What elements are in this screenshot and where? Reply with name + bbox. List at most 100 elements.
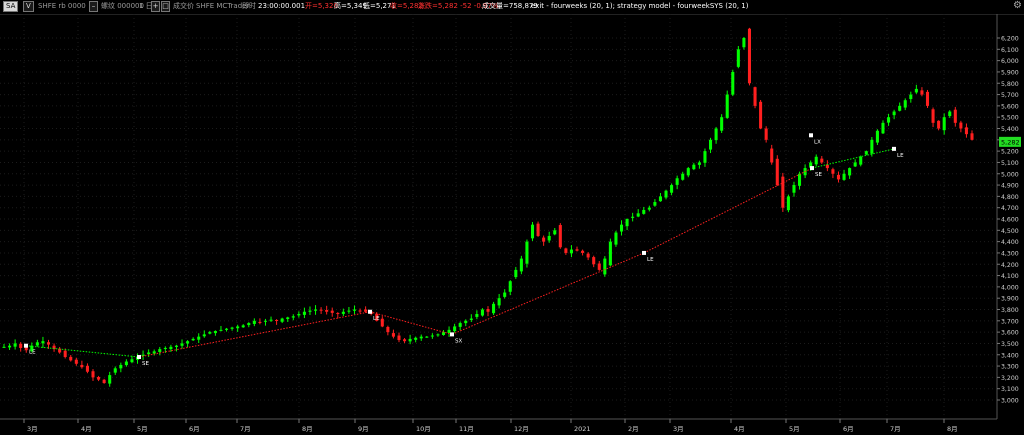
candle-body [169,346,173,350]
trade-marker [892,146,896,151]
price-axis-label: 4,200 [1001,262,1019,269]
candle-body [475,314,479,317]
candle-body [113,368,117,373]
price-axis-label: 3,400 [1001,352,1019,359]
candle-body [647,207,651,210]
candle-body [753,87,757,106]
price-axis-label: 3,200 [1001,375,1019,382]
candle-body [2,346,6,348]
candle-body [925,91,930,106]
price-chart[interactable]: LE SE LE SX LE LX SE LE 6,200 6,100 6,000 5,900 5,8… [0,14,1024,435]
candle-body [458,323,462,327]
price-axis-label: 5,100 [1001,160,1019,167]
time-axis-label: 2月 [628,425,639,433]
price-axis-label: 3,700 [1001,318,1019,325]
candle-body [686,168,690,176]
candle-body [558,225,562,248]
volume-value: 成交量=758,879 [482,2,538,10]
candle-body [263,320,268,322]
zoom-in-button[interactable]: + [151,1,160,12]
candle-body [236,326,240,329]
candle-body [720,117,724,131]
candle-body [163,347,167,349]
candle-body [581,250,585,253]
candle-body [280,318,284,322]
candle-body [319,309,323,311]
candle-body [859,156,863,165]
candle-body [970,133,974,140]
zoom-out-button[interactable]: – [89,1,98,12]
last-price-text: 5,282 [1001,138,1020,146]
candle-body [102,379,106,384]
candle-body [391,333,395,337]
price-axis-label: 6,100 [1001,47,1019,54]
candle-body [69,356,73,361]
candle-body [909,94,913,100]
price-axis-label: 4,800 [1001,194,1019,201]
candle-body [46,342,51,345]
candle-body [430,335,434,337]
time-axis-label: 5月 [789,425,800,433]
gear-icon[interactable]: ⚙ [1013,0,1022,11]
candle-body [642,209,646,214]
price-axis-label: 4,400 [1001,239,1019,246]
layout-button[interactable]: □ [161,1,170,12]
candle-body [814,156,818,165]
candle-body [653,202,657,206]
candle-body [197,336,201,340]
candle-body [614,232,618,245]
candle-body [959,122,963,129]
candle-body [842,173,846,180]
price-axis-label: 5,900 [1001,69,1019,76]
trade-label: LE [29,350,36,356]
price-axis: 6,200 6,100 6,000 5,900 5,800 5,700 5,600 5,500… [996,14,1019,419]
candle-body [469,318,473,320]
candle-body [63,350,67,358]
price-axis-label: 3,000 [1001,398,1019,405]
time-axis-label: 4月 [734,425,745,433]
candle-body [147,352,151,355]
candle-body [85,365,89,372]
candle-body [397,335,401,341]
candle-body [308,310,312,312]
time-axis-label: 11月 [459,425,474,433]
price-axis-label: 4,300 [1001,250,1019,257]
chart-mode-button[interactable]: V [23,1,34,12]
candle-body [547,235,551,241]
candle-body [208,332,212,334]
candle-body [703,151,707,163]
trade-label: SE [142,361,149,367]
candle-body [948,111,952,117]
candle-body [692,164,696,170]
candle-body [352,309,357,311]
price-axis-label: 3,900 [1001,296,1019,303]
candle-body [898,105,902,111]
candle-body [492,303,496,314]
bar-time: 23:00:00.001 [258,2,306,10]
candle-body [119,364,123,369]
candle-body [569,249,573,254]
candle-body [508,281,512,292]
price-axis-label: 5,000 [1001,171,1019,178]
time-axis-label: 7月 [240,425,251,433]
symbol-selector-button[interactable]: SA [3,1,19,12]
candle-body [625,219,629,227]
candle-body [619,224,624,232]
trade-marker [450,332,454,337]
candle-body [542,237,546,242]
candle-body [792,185,796,193]
candle-body [336,313,340,315]
candle-body [358,310,362,312]
price-axis-label: 5,200 [1001,149,1019,156]
time-axis-label: 5月 [137,425,148,433]
candle-body [820,158,824,163]
trade-line [451,252,645,335]
trade-marker [137,355,141,360]
price-axis-label: 3,500 [1001,341,1019,348]
candle-body [664,190,668,198]
candle-body [864,151,868,155]
candle-body [464,320,468,324]
trade-label: SX [455,338,462,344]
candle-body [798,173,802,186]
candle-body [241,325,245,328]
